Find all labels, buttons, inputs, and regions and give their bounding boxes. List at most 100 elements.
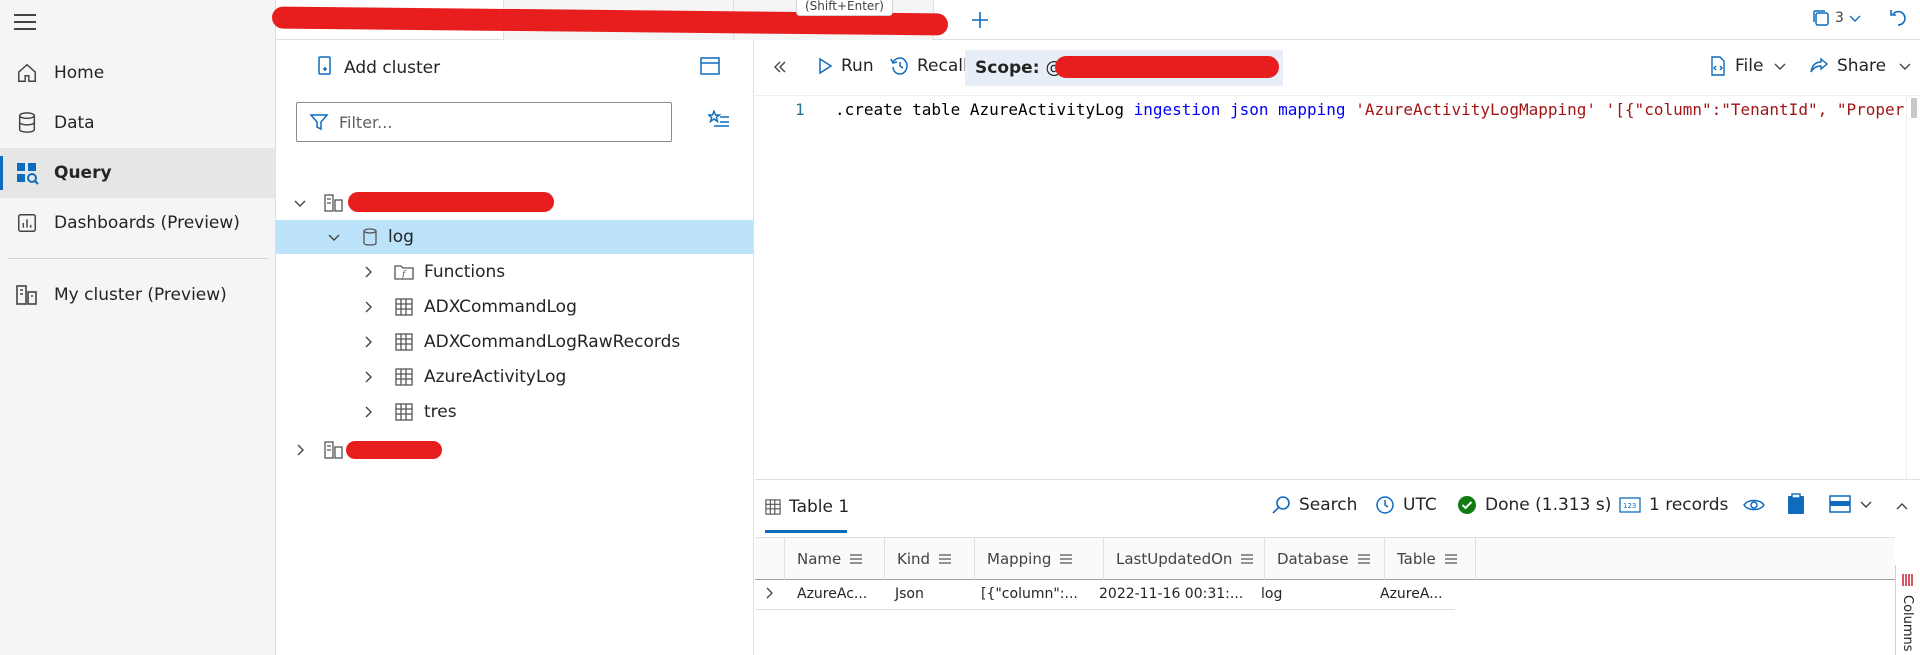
grid-header: Name Kind Mapping LastUpdatedOn Database… xyxy=(755,538,1895,580)
share-menu-button[interactable]: Share xyxy=(1809,56,1912,76)
filter-field[interactable] xyxy=(296,102,672,142)
column-header-database[interactable]: Database xyxy=(1265,538,1385,580)
columns-icon xyxy=(1902,574,1913,586)
home-icon xyxy=(14,60,40,86)
recall-button[interactable]: Recall xyxy=(889,56,968,76)
copy-results-button[interactable] xyxy=(1787,493,1805,515)
chevron-down-icon[interactable] xyxy=(292,195,308,211)
undo-close-tab-button[interactable] xyxy=(1888,8,1912,32)
column-menu-icon[interactable] xyxy=(1357,553,1371,565)
status-label: Done (1.313 s) xyxy=(1485,495,1612,515)
add-cluster-button[interactable]: Add cluster xyxy=(316,55,440,82)
column-header-name[interactable]: Name xyxy=(785,538,885,580)
query-status: Done (1.313 s) xyxy=(1457,495,1611,515)
share-label: Share xyxy=(1837,56,1887,76)
tab-count: 3 xyxy=(1835,10,1844,26)
filter-input[interactable] xyxy=(339,112,639,132)
run-shortcut-tooltip: (Shift+Enter) xyxy=(796,0,893,16)
tree-table-row[interactable]: ADXCommandLogRawRecords xyxy=(276,325,753,359)
editor-scrollbar[interactable] xyxy=(1906,96,1920,480)
scrollbar-thumb[interactable] xyxy=(1911,98,1917,118)
column-menu-icon[interactable] xyxy=(1444,553,1458,565)
tree-item-label: Functions xyxy=(424,262,506,282)
chevron-down-icon xyxy=(1899,63,1911,70)
expand-row-icon[interactable] xyxy=(763,586,775,604)
cell-database[interactable]: log xyxy=(1261,586,1282,602)
hamburger-menu-icon[interactable] xyxy=(14,14,36,32)
chevron-right-icon[interactable] xyxy=(360,369,376,385)
columns-side-panel[interactable]: Columns xyxy=(1895,565,1920,655)
filter-row xyxy=(276,96,753,148)
share-icon xyxy=(1809,56,1829,76)
tree-folder-functions[interactable]: f Functions xyxy=(276,255,753,289)
search-label: Search xyxy=(1299,495,1358,515)
timezone-button[interactable]: UTC xyxy=(1375,495,1437,515)
tree-cluster-row[interactable] xyxy=(276,186,753,220)
chevron-up-icon xyxy=(1896,503,1908,510)
cell-name[interactable]: AzureAc... xyxy=(797,586,867,602)
chevron-right-icon[interactable] xyxy=(360,334,376,350)
column-menu-icon[interactable] xyxy=(849,553,863,565)
scope-selector[interactable]: Scope: @s xyxy=(965,50,1283,86)
file-menu-button[interactable]: File xyxy=(1709,56,1787,76)
column-menu-icon[interactable] xyxy=(1059,553,1073,565)
cell-lastupdatedon[interactable]: 2022-11-16 00:31:... xyxy=(1099,586,1243,602)
record-count: 123 1 records xyxy=(1619,495,1728,515)
tree-cluster-row[interactable] xyxy=(276,433,753,467)
tree-table-row[interactable]: tres xyxy=(276,395,753,429)
table-icon xyxy=(394,402,414,422)
chevron-down-icon xyxy=(1849,15,1861,22)
cluster-icon xyxy=(324,440,344,460)
nav-item-dashboards[interactable]: Dashboards (Preview) xyxy=(0,198,275,248)
add-tab-button[interactable] xyxy=(966,6,994,34)
cell-mapping[interactable]: [{"column":... xyxy=(981,586,1078,602)
left-navigation: Home Data Query Dashboards (Preview) My … xyxy=(0,0,276,655)
expand-explorer-button[interactable] xyxy=(771,58,789,76)
query-toolbar: Run Recall Scope: @s File Share xyxy=(755,40,1920,96)
column-header-table[interactable]: Table xyxy=(1385,538,1476,580)
nav-item-home[interactable]: Home xyxy=(0,48,275,98)
view-options-button[interactable] xyxy=(1743,497,1765,513)
tree-database-row[interactable]: log xyxy=(276,220,753,254)
run-button[interactable]: Run xyxy=(817,56,874,76)
recall-icon xyxy=(889,56,909,76)
favorites-filter-button[interactable] xyxy=(706,109,730,135)
column-header-label: LastUpdatedOn xyxy=(1116,550,1233,568)
chevron-right-icon[interactable] xyxy=(292,442,308,458)
tree-table-row[interactable]: AzureActivityLog xyxy=(276,360,753,394)
tree-table-row[interactable]: ADXCommandLog xyxy=(276,290,753,324)
column-header-lastupdatedon[interactable]: LastUpdatedOn xyxy=(1104,538,1265,580)
collapse-pane-button[interactable] xyxy=(699,56,721,81)
chevron-right-icon[interactable] xyxy=(360,404,376,420)
table-icon xyxy=(394,367,414,387)
redaction-mark xyxy=(348,192,554,212)
layout-options-button[interactable] xyxy=(1829,495,1873,513)
column-header-mapping[interactable]: Mapping xyxy=(975,538,1104,580)
nav-item-data[interactable]: Data xyxy=(0,98,275,148)
result-tab-label: Table 1 xyxy=(789,497,850,517)
code-line[interactable]: .create table AzureActivityLog ingestion… xyxy=(835,100,1905,119)
collapse-results-button[interactable] xyxy=(1895,499,1909,513)
cell-kind[interactable]: Json xyxy=(895,586,924,602)
table-row[interactable]: AzureAc... Json [{"column":... 2022-11-1… xyxy=(755,580,1455,610)
columns-label: Columns xyxy=(1900,595,1915,652)
nav-item-query[interactable]: Query xyxy=(0,148,275,198)
file-code-icon xyxy=(1709,56,1727,76)
redaction-mark xyxy=(1055,56,1279,78)
results-search-button[interactable]: Search xyxy=(1271,495,1357,515)
chevron-right-icon[interactable] xyxy=(360,299,376,315)
column-header-label: Kind xyxy=(897,550,931,568)
success-check-icon xyxy=(1457,495,1477,515)
chevron-right-icon[interactable] xyxy=(360,264,376,280)
nav-item-my-cluster[interactable]: My cluster (Preview) xyxy=(0,270,275,320)
code-token: '[{"column":"TenantId", "Properti xyxy=(1605,100,1905,119)
column-header-kind[interactable]: Kind xyxy=(885,538,975,580)
column-menu-icon[interactable] xyxy=(1240,553,1254,565)
result-tab-table-1[interactable]: Table 1 xyxy=(765,481,849,533)
chevron-down-icon[interactable] xyxy=(326,229,342,245)
query-editor[interactable]: 1 .create table AzureActivityLog ingesti… xyxy=(755,96,1920,480)
column-menu-icon[interactable] xyxy=(938,553,952,565)
cell-table[interactable]: AzureA... xyxy=(1380,586,1443,602)
tab-count-button[interactable]: 3 xyxy=(1811,8,1862,28)
